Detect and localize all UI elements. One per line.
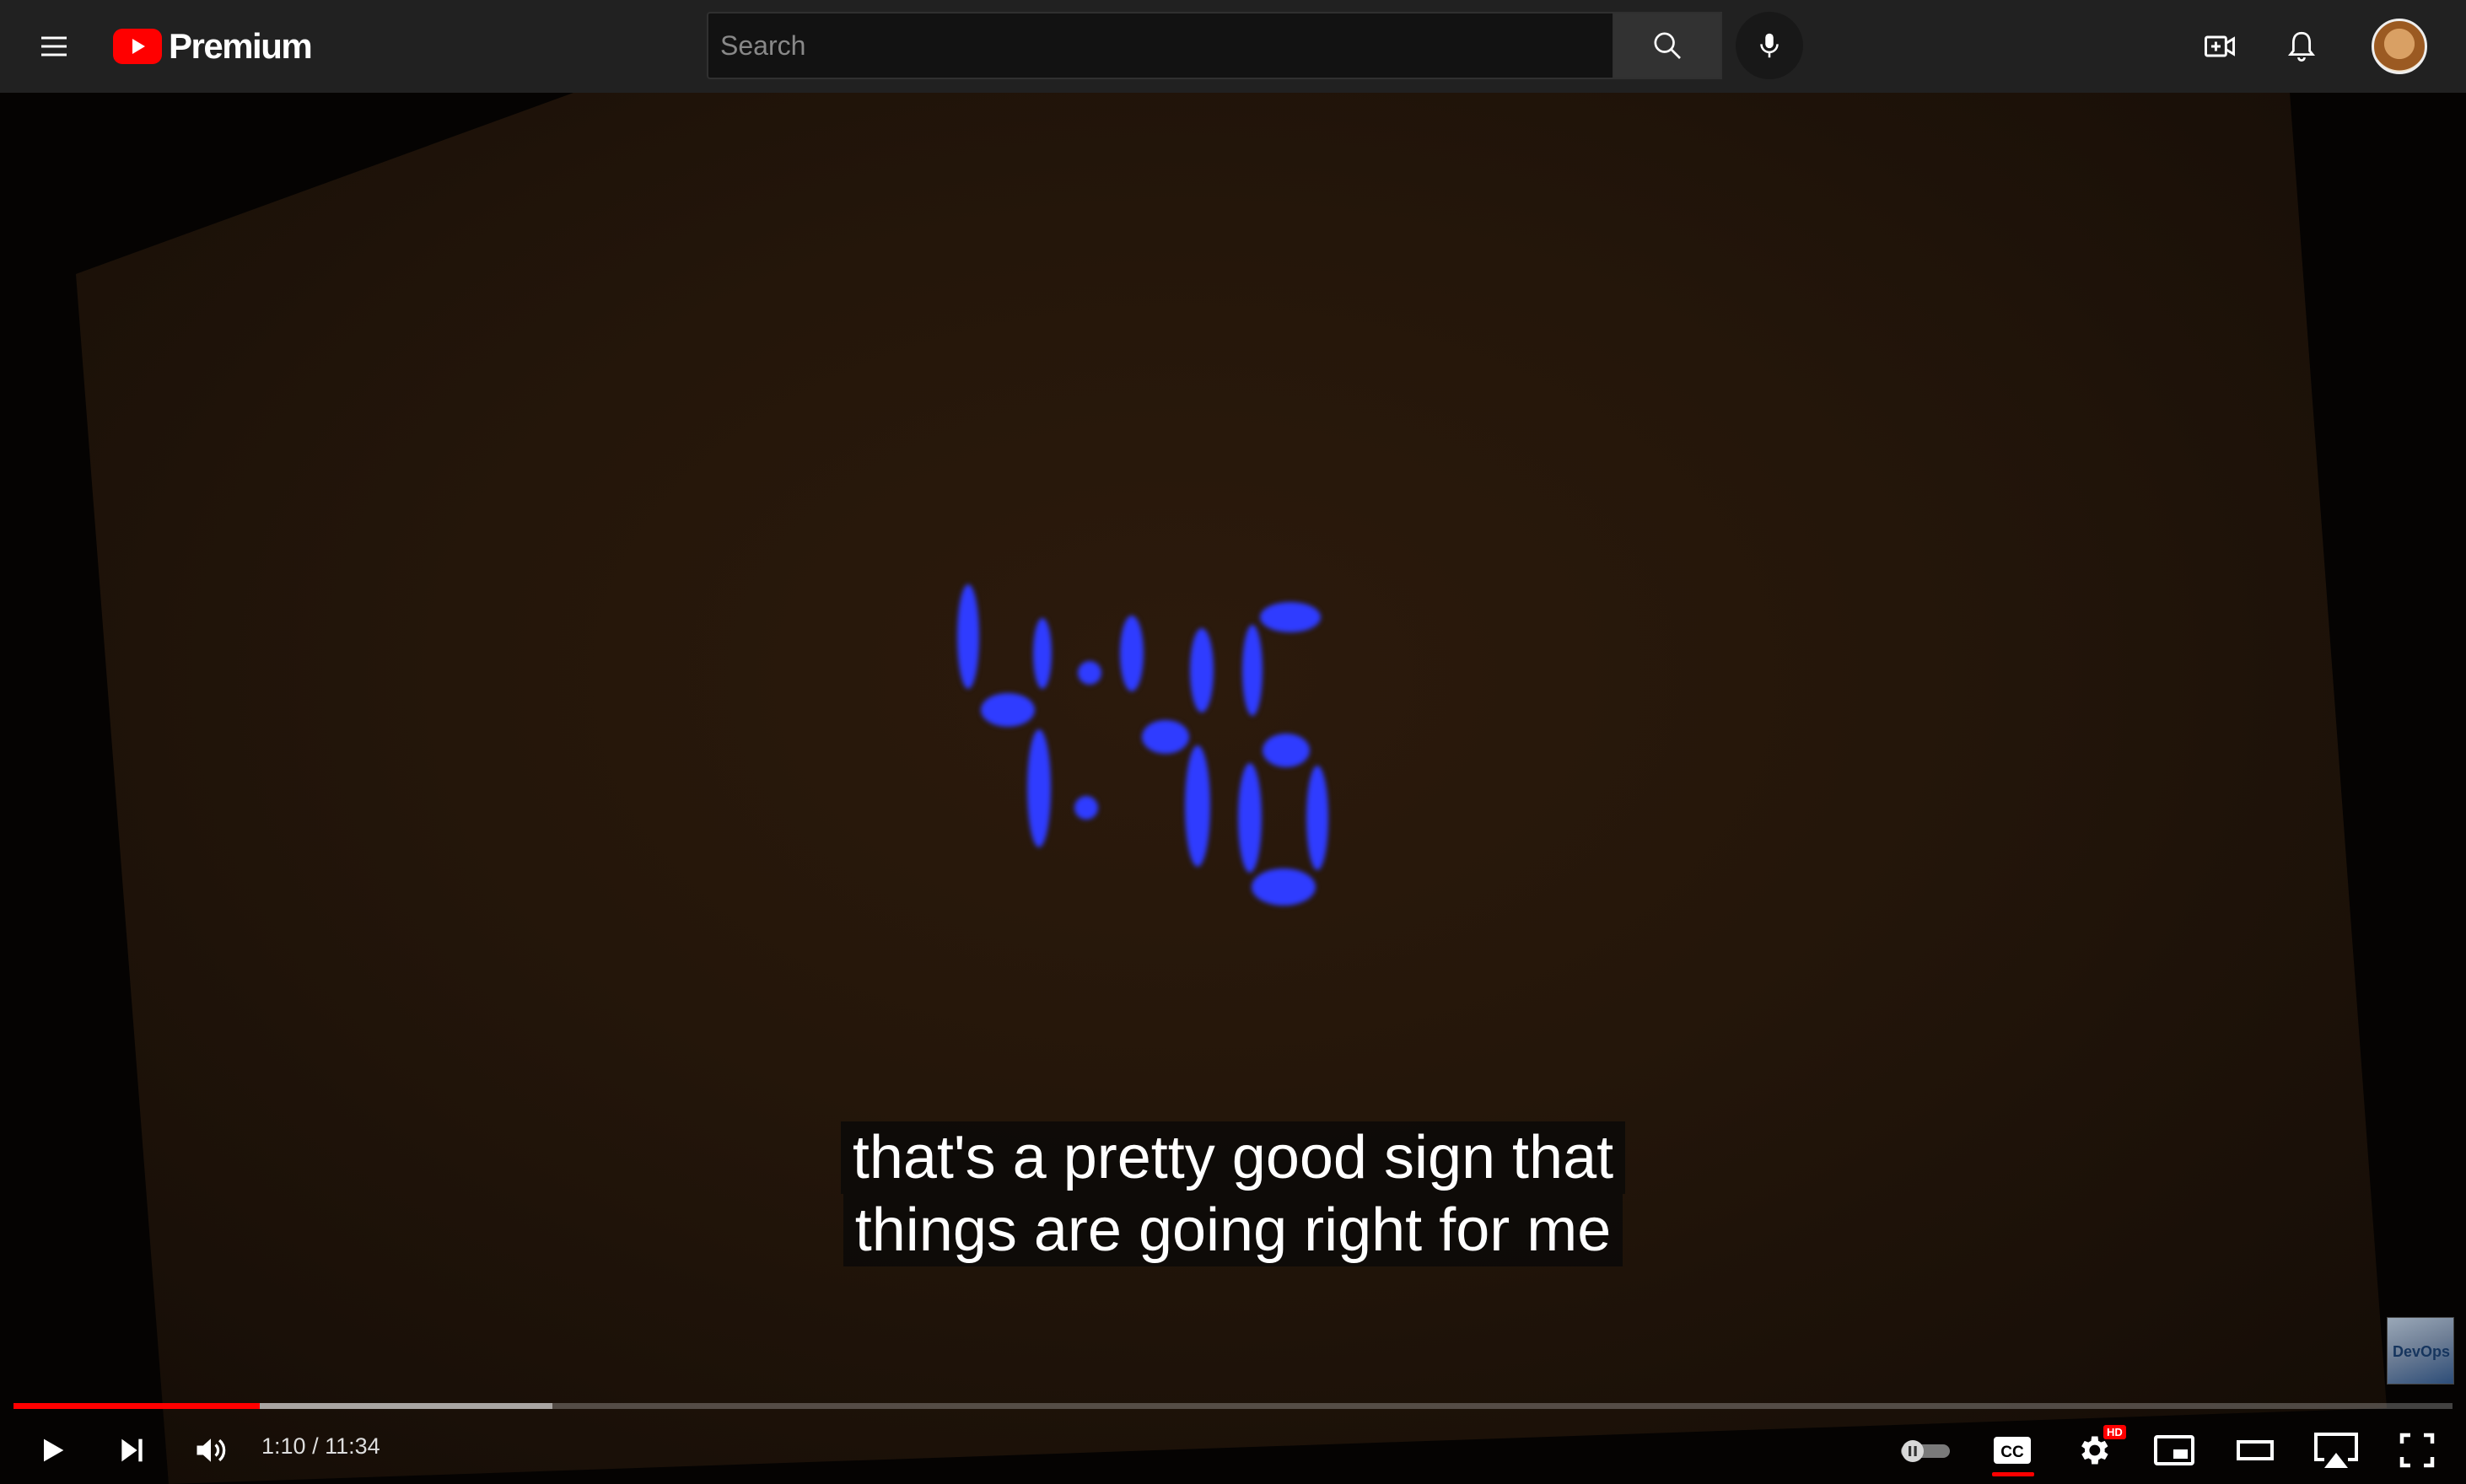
volume-icon <box>197 1438 226 1462</box>
airplay-button[interactable] <box>2306 1420 2366 1481</box>
subtitles-active-indicator <box>1992 1472 2034 1476</box>
bell-icon <box>2287 31 2316 62</box>
masthead: Premium <box>0 0 2466 93</box>
fullscreen-button[interactable] <box>2387 1420 2447 1481</box>
search-input[interactable] <box>708 13 1613 78</box>
theater-mode-button[interactable] <box>2225 1420 2286 1481</box>
voice-search-button[interactable] <box>1736 12 1803 79</box>
create-button[interactable] <box>2196 23 2243 70</box>
volume-button[interactable] <box>180 1420 241 1481</box>
autoplay-toggle-icon <box>1901 1440 1950 1462</box>
time-current: 1:10 <box>261 1433 306 1459</box>
next-icon <box>121 1438 143 1462</box>
video-frame[interactable]: DevOps <box>0 93 2466 1484</box>
avatar[interactable] <box>2372 19 2427 74</box>
mic-icon <box>1760 33 1779 58</box>
subtitle-line-1: that's a pretty good sign that <box>840 1121 1626 1194</box>
notifications-button[interactable] <box>2278 23 2325 70</box>
led-clock-digits <box>945 573 1349 1012</box>
svg-text:CC: CC <box>2000 1444 2024 1461</box>
search-box <box>707 12 1614 79</box>
hd-badge: HD <box>2103 1425 2126 1439</box>
menu-icon <box>41 36 67 56</box>
airplay-icon <box>2314 1433 2358 1468</box>
create-video-icon <box>2205 35 2235 57</box>
channel-watermark-text: DevOps <box>2392 1343 2451 1360</box>
miniplayer-button[interactable] <box>2144 1420 2205 1481</box>
channel-watermark[interactable]: DevOps <box>2387 1317 2454 1385</box>
menu-button[interactable] <box>30 23 78 70</box>
logo-text: Premium <box>169 26 313 66</box>
fullscreen-icon <box>2399 1433 2435 1468</box>
theater-icon <box>2237 1440 2274 1460</box>
play-button[interactable] <box>22 1420 83 1481</box>
autoplay-toggle[interactable] <box>1894 1420 1955 1481</box>
youtube-logo[interactable]: Premium <box>113 25 313 67</box>
time-display: 1:10 / 11:34 <box>261 1433 380 1460</box>
search-button[interactable] <box>1614 12 1722 79</box>
subtitle-line-2: things are going right for me <box>843 1194 1623 1266</box>
search-icon <box>1654 32 1681 59</box>
youtube-logo-icon <box>113 29 162 64</box>
time-total: 11:34 <box>325 1433 380 1459</box>
miniplayer-icon <box>2154 1435 2194 1465</box>
time-separator: / <box>305 1433 326 1459</box>
next-button[interactable] <box>101 1420 162 1481</box>
progress-bar[interactable] <box>13 1403 2453 1409</box>
subtitles: that's a pretty good sign that things ar… <box>0 1121 2466 1266</box>
cc-icon: CC <box>1994 1437 2031 1464</box>
progress-played <box>13 1403 261 1409</box>
play-icon <box>44 1438 64 1462</box>
